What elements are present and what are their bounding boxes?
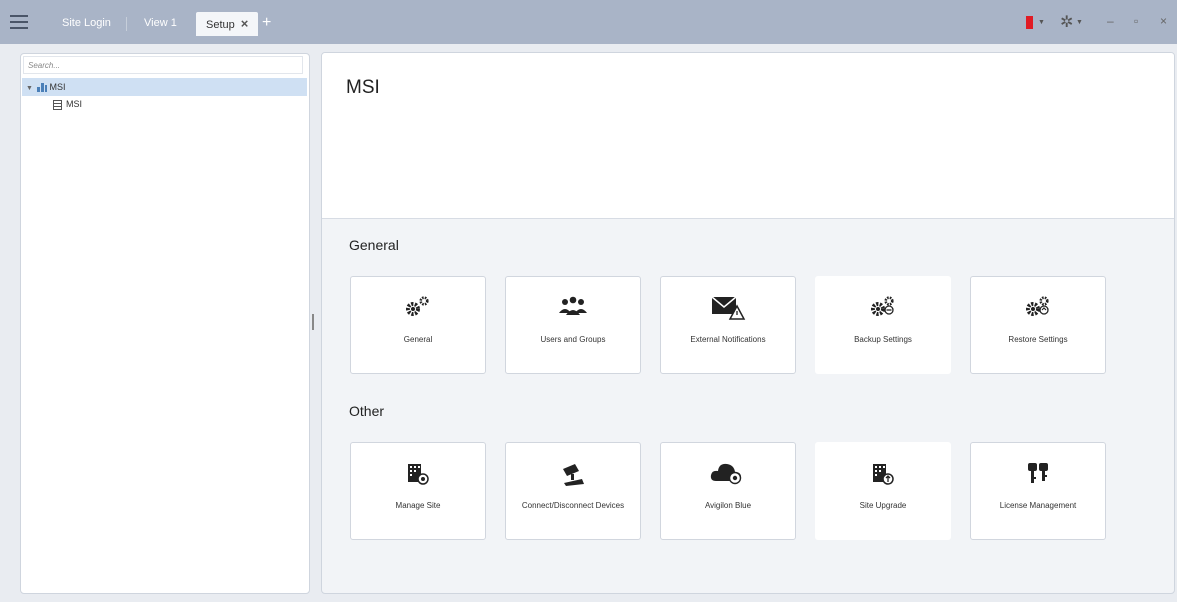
panel-splitter[interactable] [312,314,314,330]
cloud-icon [710,463,742,485]
tree-item-label: MSI [66,99,83,109]
tree-item-server[interactable]: MSI [53,95,82,113]
tile-label: Restore Settings [1008,335,1068,344]
external-notifications-tile[interactable]: External Notifications [660,276,796,374]
chevron-down-icon[interactable]: ▼ [1038,19,1045,26]
building-gear-icon [408,464,429,485]
tile-label: General [403,335,433,344]
section-title-general: General [349,237,399,253]
mail-warning-icon [711,296,746,320]
site-upgrade-tile[interactable]: Site Upgrade [815,442,951,540]
close-window-button[interactable]: × [1160,14,1167,28]
general-tile[interactable]: General [350,276,486,374]
tile-label: Site Upgrade [859,501,907,510]
building-upgrade-icon [873,464,894,485]
tile-label: Backup Settings [854,335,912,344]
manage-site-tile[interactable]: Manage Site [350,442,486,540]
license-management-tile[interactable]: License Management [970,442,1106,540]
gears-restore-icon [1026,296,1049,316]
avigilon-blue-tile[interactable]: Avigilon Blue [660,442,796,540]
tab-divider [126,17,127,31]
tile-label: License Management [999,501,1077,510]
tab-label: Setup [206,19,235,31]
tab-view-1[interactable]: View 1 [134,12,187,34]
backup-settings-tile[interactable]: Backup Settings [815,276,951,374]
setup-header: MSI [322,53,1174,219]
restore-settings-tile[interactable]: Restore Settings [970,276,1106,374]
camera-icon [563,464,584,486]
tree-item-site[interactable]: ▼ MSI [22,78,307,96]
minimize-button[interactable]: – [1107,14,1114,28]
chevron-down-icon[interactable]: ▼ [1076,19,1083,26]
gears-backup-icon [871,296,894,316]
tab-label: View 1 [144,17,177,29]
alarm-indicator-icon[interactable] [1026,16,1033,29]
keys-icon [1028,463,1048,483]
site-icon [36,83,47,93]
users-icon [559,296,587,315]
title-bar: Site Login View 1 Setup × + ▼ ✲ ▼ – ▫ × [0,0,1177,44]
gear-icon[interactable]: ✲ [1060,12,1073,32]
tile-label: Manage Site [395,501,441,510]
tile-label: Avigilon Blue [704,501,752,510]
users-and-groups-tile[interactable]: Users and Groups [505,276,641,374]
section-title-other: Other [349,403,385,419]
tree-item-label: MSI [49,82,66,92]
connect-disconnect-devices-tile[interactable]: Connect/Disconnect Devices [505,442,641,540]
add-tab-button[interactable]: + [262,14,271,32]
tab-setup[interactable]: Setup × [196,12,259,36]
tile-label: Users and Groups [540,335,606,344]
tile-label: External Notifications [690,335,766,344]
tile-label: Connect/Disconnect Devices [521,501,625,510]
tab-site-login[interactable]: Site Login [52,12,121,34]
tab-label: Site Login [62,17,111,29]
hamburger-menu-icon[interactable] [10,15,28,29]
chevron-down-icon[interactable]: ▼ [26,80,34,98]
site-tree-panel: Search... ▼ MSI MSI [20,53,310,594]
page-title: MSI [346,77,380,98]
setup-panel: MSI General General Users and Groups Ext… [321,52,1175,594]
search-input[interactable]: Search... [23,56,303,74]
server-icon [53,99,62,110]
close-tab-icon[interactable]: × [241,16,249,31]
gears-icon [406,296,429,316]
restore-button[interactable]: ▫ [1134,14,1138,28]
